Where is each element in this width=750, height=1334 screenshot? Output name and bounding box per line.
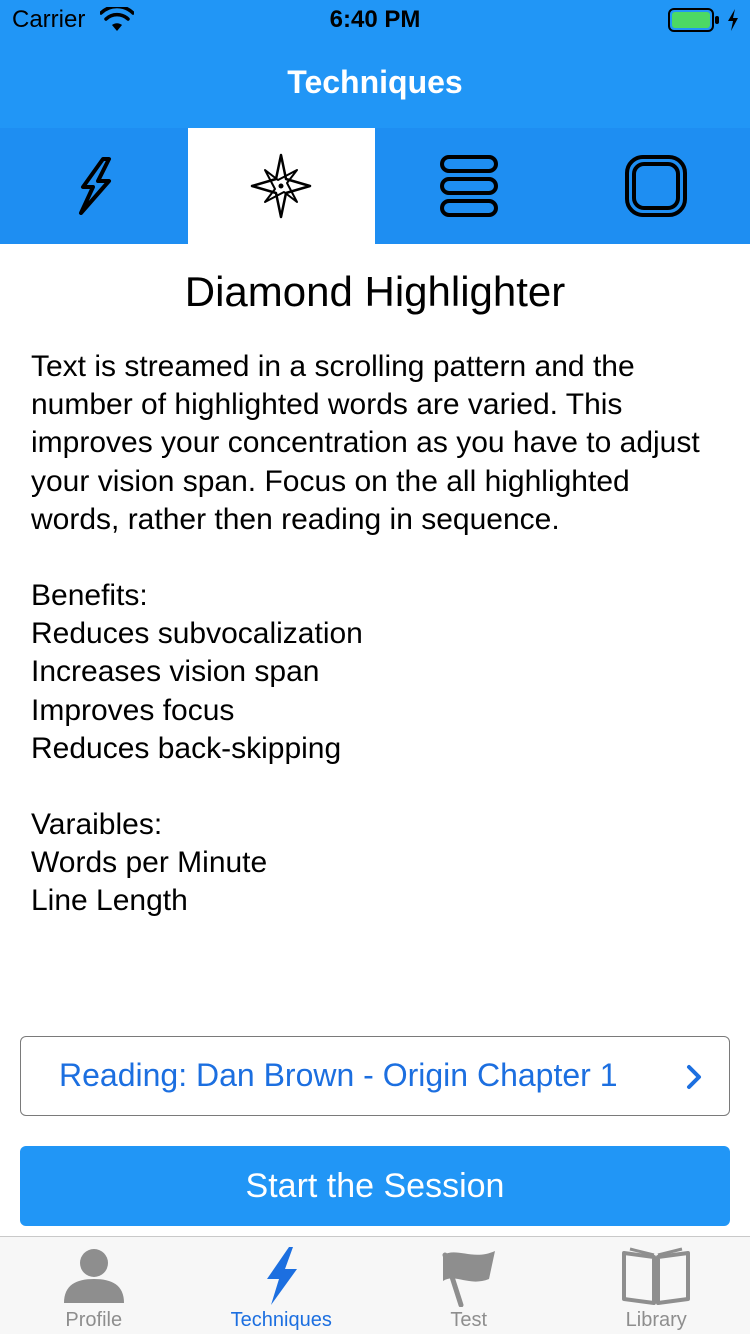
technique-tabs (0, 128, 750, 244)
benefit-item: Improves focus (31, 693, 235, 727)
compass-star-icon (251, 153, 312, 219)
page-title: Techniques (287, 64, 463, 100)
person-icon (63, 1249, 124, 1303)
tabbar-item-library[interactable]: Library (563, 1237, 750, 1334)
variable-item: Line Length (31, 884, 188, 918)
variables-heading: Varaibles: (31, 808, 163, 842)
stacked-lines-icon (439, 155, 498, 217)
clock: 6:40 PM (329, 6, 421, 33)
tabbar-label: Test (450, 1309, 488, 1331)
benefit-item: Reduces back-skipping (31, 731, 342, 765)
start-session-label: Start the Session (245, 1166, 505, 1205)
lightning-icon (267, 1247, 298, 1305)
tabbar-label: Techniques (230, 1309, 332, 1331)
tabbar-item-test[interactable]: Test (375, 1237, 563, 1334)
benefits-heading: Benefits: (31, 579, 148, 613)
tab-diamond[interactable] (187, 128, 375, 244)
tabbar-item-profile[interactable]: Profile (0, 1237, 188, 1334)
technique-title: Diamond Highlighter (184, 268, 566, 315)
variable-item: Words per Minute (31, 846, 268, 880)
start-session-button[interactable]: Start the Session (20, 1146, 730, 1226)
benefit-item: Reduces subvocalization (31, 617, 363, 651)
app-header: Carrier 6:40 PM Techniques (0, 0, 750, 128)
description-text: Text is streamed in a scrolling pattern … (31, 350, 700, 536)
reading-label: Reading: Dan Brown - Origin Chapter 1 (59, 1057, 618, 1093)
tab-bar: Profile Techniques Test Library (0, 1236, 750, 1334)
tabbar-label: Library (625, 1309, 687, 1331)
battery-icon (668, 8, 719, 32)
reading-selector[interactable]: Reading: Dan Brown - Origin Chapter 1 (20, 1036, 730, 1116)
flag-icon (442, 1251, 495, 1307)
tab-square[interactable] (562, 128, 750, 244)
tab-lines[interactable] (375, 128, 563, 244)
lightning-icon (78, 157, 111, 215)
tabbar-label: Profile (65, 1309, 123, 1331)
book-icon (622, 1247, 691, 1305)
tabbar-item-techniques[interactable]: Techniques (188, 1237, 376, 1334)
technique-description: Text is streamed in a scrolling pattern … (31, 348, 721, 921)
rounded-square-icon (625, 155, 688, 217)
chevron-right-icon (687, 1065, 701, 1089)
charging-icon (728, 9, 738, 31)
benefit-item: Increases vision span (31, 655, 320, 689)
tab-lightning[interactable] (0, 128, 188, 244)
status-bar: Carrier 6:40 PM (0, 0, 750, 40)
